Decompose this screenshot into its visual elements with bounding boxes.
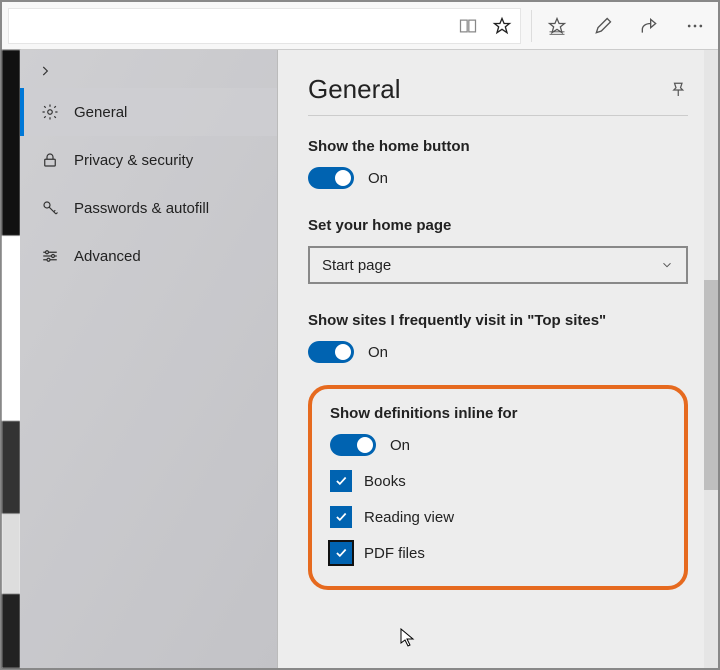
address-bar[interactable] [8, 8, 521, 44]
toggle-state-label: On [368, 344, 388, 361]
page-title: General [308, 74, 401, 105]
highlighted-setting-group: Show definitions inline for On Books [308, 385, 688, 590]
checkbox-reading-view[interactable] [330, 506, 352, 528]
collapse-sidebar-button[interactable] [20, 50, 278, 88]
page-background-strip [2, 50, 20, 668]
sidebar-item-label: Passwords & autofill [74, 200, 209, 217]
sidebar-item-label: Privacy & security [74, 152, 193, 169]
share-button[interactable] [626, 2, 672, 50]
home-page-select[interactable]: Start page [308, 246, 688, 284]
browser-toolbar [2, 2, 718, 50]
sidebar-item-advanced[interactable]: Advanced [20, 232, 278, 280]
setting-title-home-button: Show the home button [308, 138, 688, 155]
sidebar-item-passwords[interactable]: Passwords & autofill [20, 184, 278, 232]
toggle-state-label: On [368, 170, 388, 187]
gear-icon [40, 102, 60, 122]
scrollbar-thumb[interactable] [704, 280, 718, 490]
toggle-home-button[interactable] [308, 167, 354, 189]
checkbox-books[interactable] [330, 470, 352, 492]
settings-main-panel: General Show the home button On Set your… [278, 50, 718, 668]
checkbox-label: Books [364, 473, 406, 490]
key-icon [40, 198, 60, 218]
settings-sidebar: General Privacy & security Passwords & a… [20, 50, 278, 668]
checkbox-label: PDF files [364, 545, 425, 562]
select-value: Start page [322, 257, 391, 274]
header-divider [308, 115, 688, 116]
favorite-star-icon[interactable] [492, 16, 512, 36]
sidebar-item-label: Advanced [74, 248, 141, 265]
toggle-top-sites[interactable] [308, 341, 354, 363]
sidebar-item-privacy[interactable]: Privacy & security [20, 136, 278, 184]
pin-button[interactable] [670, 81, 688, 99]
toggle-definitions[interactable] [330, 434, 376, 456]
chevron-down-icon [660, 258, 674, 272]
setting-title-definitions: Show definitions inline for [330, 405, 666, 422]
favorites-button[interactable] [534, 2, 580, 50]
lock-icon [40, 150, 60, 170]
toolbar-divider [531, 10, 532, 42]
setting-title-home-page: Set your home page [308, 217, 688, 234]
sidebar-item-label: General [74, 104, 127, 121]
checkbox-pdf-files[interactable] [330, 542, 352, 564]
sliders-icon [40, 246, 60, 266]
notes-button[interactable] [580, 2, 626, 50]
toggle-state-label: On [390, 437, 410, 454]
setting-title-top-sites: Show sites I frequently visit in "Top si… [308, 312, 688, 329]
checkbox-label: Reading view [364, 509, 454, 526]
reading-view-icon[interactable] [458, 16, 478, 36]
sidebar-item-general[interactable]: General [20, 88, 278, 136]
more-button[interactable] [672, 2, 718, 50]
